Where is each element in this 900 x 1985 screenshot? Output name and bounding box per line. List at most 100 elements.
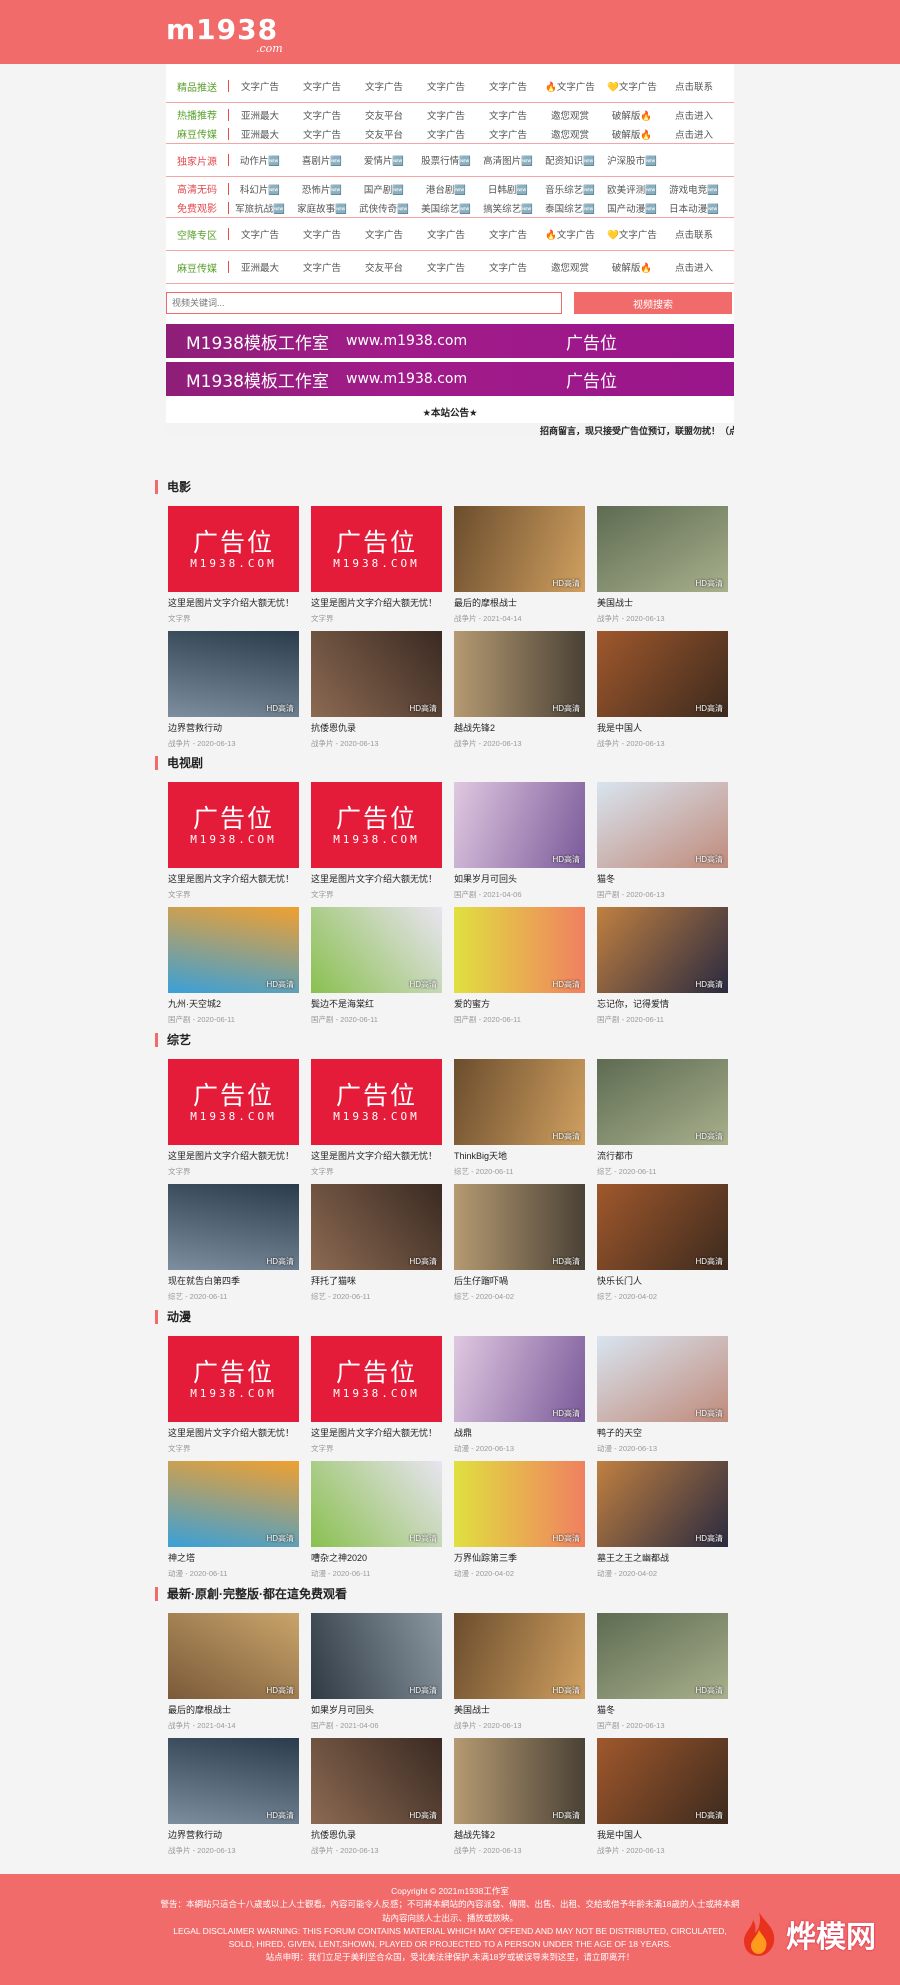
video-thumbnail[interactable]: HD高清: [454, 1184, 585, 1270]
nav-link[interactable]: 文字广告: [415, 227, 477, 241]
video-thumbnail[interactable]: HD高清: [597, 1184, 728, 1270]
nav-link[interactable]: 文字广告: [291, 108, 353, 122]
nav-link[interactable]: 文字广告: [477, 108, 539, 122]
nav-category[interactable]: 高清无码: [166, 181, 228, 196]
video-title[interactable]: 我是中国人: [597, 721, 728, 734]
nav-link[interactable]: 文字广告: [291, 227, 353, 241]
nav-category[interactable]: 免费观影: [166, 200, 228, 215]
nav-link[interactable]: 日韩剧🆕: [477, 182, 539, 196]
nav-link[interactable]: 🔥文字广告: [539, 79, 601, 93]
video-title[interactable]: 最后的摩根战士: [454, 596, 585, 609]
nav-link[interactable]: 文字广告: [291, 79, 353, 93]
video-title[interactable]: 流行都市: [597, 1149, 728, 1162]
video-thumbnail[interactable]: HD高清: [311, 1738, 442, 1824]
video-thumbnail[interactable]: HD高清: [454, 506, 585, 592]
video-thumbnail[interactable]: HD高清: [168, 1613, 299, 1699]
nav-category[interactable]: 独家片源: [166, 153, 228, 168]
nav-link[interactable]: 日本动漫🆕: [663, 201, 725, 215]
nav-link[interactable]: 破解版🔥: [601, 108, 663, 122]
nav-link[interactable]: 文字广告: [415, 260, 477, 274]
video-title[interactable]: 嘈杂之神2020: [311, 1551, 442, 1564]
nav-link[interactable]: 港台剧🆕: [415, 182, 477, 196]
nav-link[interactable]: 文字广告: [477, 260, 539, 274]
nav-link[interactable]: 点击进入: [663, 127, 725, 141]
nav-link[interactable]: 文字广告: [291, 127, 353, 141]
nav-link[interactable]: 交友平台: [353, 108, 415, 122]
nav-link[interactable]: 文字广告: [415, 127, 477, 141]
video-title[interactable]: 这里是图片文字介绍大额无忧！: [168, 1426, 299, 1439]
nav-link[interactable]: 音乐综艺🆕: [539, 182, 601, 196]
video-title[interactable]: 这里是图片文字介绍大额无忧！: [311, 1149, 442, 1162]
ad-image[interactable]: 广告位 M1938.COM: [311, 782, 442, 868]
video-thumbnail[interactable]: HD高清: [454, 782, 585, 868]
nav-link[interactable]: 股票行情🆕: [415, 153, 477, 167]
nav-category[interactable]: 麻豆传媒: [166, 126, 228, 141]
video-thumbnail[interactable]: HD高清: [454, 1336, 585, 1422]
ad-image[interactable]: 广告位 M1938.COM: [311, 1059, 442, 1145]
video-title[interactable]: 美国战士: [454, 1703, 585, 1716]
video-title[interactable]: 抗倭恩仇录: [311, 1828, 442, 1841]
video-thumbnail[interactable]: HD高清: [597, 1059, 728, 1145]
nav-link[interactable]: 文字广告: [477, 127, 539, 141]
nav-category[interactable]: 麻豆传媒: [166, 260, 228, 275]
nav-link[interactable]: 军旅抗战🆕: [229, 201, 291, 215]
nav-link[interactable]: 交友平台: [353, 260, 415, 274]
video-thumbnail[interactable]: HD高清: [597, 1461, 728, 1547]
nav-category[interactable]: 精品推送: [166, 79, 228, 94]
video-thumbnail[interactable]: HD高清: [597, 506, 728, 592]
video-title[interactable]: 最后的摩根战士: [168, 1703, 299, 1716]
nav-link[interactable]: 邀您观赏: [539, 108, 601, 122]
video-thumbnail[interactable]: HD高清: [597, 631, 728, 717]
ad-image[interactable]: 广告位 M1938.COM: [311, 1336, 442, 1422]
video-title[interactable]: 这里是图片文字介绍大额无忧！: [168, 872, 299, 885]
nav-link[interactable]: 亚洲最大: [229, 127, 291, 141]
nav-link[interactable]: 沪深股市🆕: [601, 153, 663, 167]
video-title[interactable]: 爱的蜜方: [454, 997, 585, 1010]
section-title[interactable]: 电视剧: [155, 756, 735, 770]
ad-image[interactable]: 广告位 M1938.COM: [311, 506, 442, 592]
video-thumbnail[interactable]: HD高清: [597, 782, 728, 868]
video-title[interactable]: 越战先锋2: [454, 1828, 585, 1841]
video-thumbnail[interactable]: HD高清: [168, 1184, 299, 1270]
ad-image[interactable]: 广告位 M1938.COM: [168, 1336, 299, 1422]
video-title[interactable]: 现在就告白第四季: [168, 1274, 299, 1287]
nav-link[interactable]: 文字广告: [353, 227, 415, 241]
video-title[interactable]: 猫冬: [597, 872, 728, 885]
video-title[interactable]: 如果岁月可回头: [311, 1703, 442, 1716]
nav-link[interactable]: 恐怖片🆕: [291, 182, 353, 196]
video-title[interactable]: 万界仙踪第三季: [454, 1551, 585, 1564]
nav-link[interactable]: 文字广告: [415, 79, 477, 93]
nav-link[interactable]: 邀您观赏: [539, 260, 601, 274]
video-title[interactable]: 这里是图片文字介绍大额无忧！: [311, 1426, 442, 1439]
nav-link[interactable]: 欧美评测🆕: [601, 182, 663, 196]
video-title[interactable]: 我是中国人: [597, 1828, 728, 1841]
video-title[interactable]: 快乐长门人: [597, 1274, 728, 1287]
section-title[interactable]: 电影: [155, 480, 735, 494]
video-title[interactable]: 猫冬: [597, 1703, 728, 1716]
video-thumbnail[interactable]: HD高清: [454, 907, 585, 993]
video-thumbnail[interactable]: HD高清: [454, 1738, 585, 1824]
nav-link[interactable]: 科幻片🆕: [229, 182, 291, 196]
nav-link[interactable]: 文字广告: [353, 79, 415, 93]
section-title[interactable]: 综艺: [155, 1033, 735, 1047]
video-thumbnail[interactable]: HD高清: [168, 907, 299, 993]
section-title[interactable]: 动漫: [155, 1310, 735, 1324]
nav-link[interactable]: 破解版🔥: [601, 127, 663, 141]
video-title[interactable]: 边界营救行动: [168, 721, 299, 734]
section-title[interactable]: 最新·原創·完整版·都在這免费观看: [155, 1587, 735, 1601]
video-thumbnail[interactable]: HD高清: [597, 1613, 728, 1699]
nav-category[interactable]: 空降专区: [166, 227, 228, 242]
video-title[interactable]: 这里是图片文字介绍大额无忧！: [311, 596, 442, 609]
banner-ad-1[interactable]: M1938模板工作室 www.m1938.com 广告位: [166, 324, 734, 358]
nav-link[interactable]: 邀您观赏: [539, 127, 601, 141]
search-button[interactable]: 视频搜索: [574, 292, 732, 314]
nav-link[interactable]: 💛文字广告: [601, 79, 663, 93]
video-title[interactable]: 忘记你，记得爱情: [597, 997, 728, 1010]
notice-marquee[interactable]: 招商留言，现只接受广告位预订，联盟勿扰！（点击: [166, 423, 734, 437]
site-logo[interactable]: m1938 .com: [166, 16, 283, 56]
video-title[interactable]: 边界营救行动: [168, 1828, 299, 1841]
video-thumbnail[interactable]: HD高清: [597, 1738, 728, 1824]
video-thumbnail[interactable]: HD高清: [168, 1738, 299, 1824]
video-thumbnail[interactable]: HD高清: [454, 1059, 585, 1145]
video-title[interactable]: 抗倭恩仇录: [311, 721, 442, 734]
